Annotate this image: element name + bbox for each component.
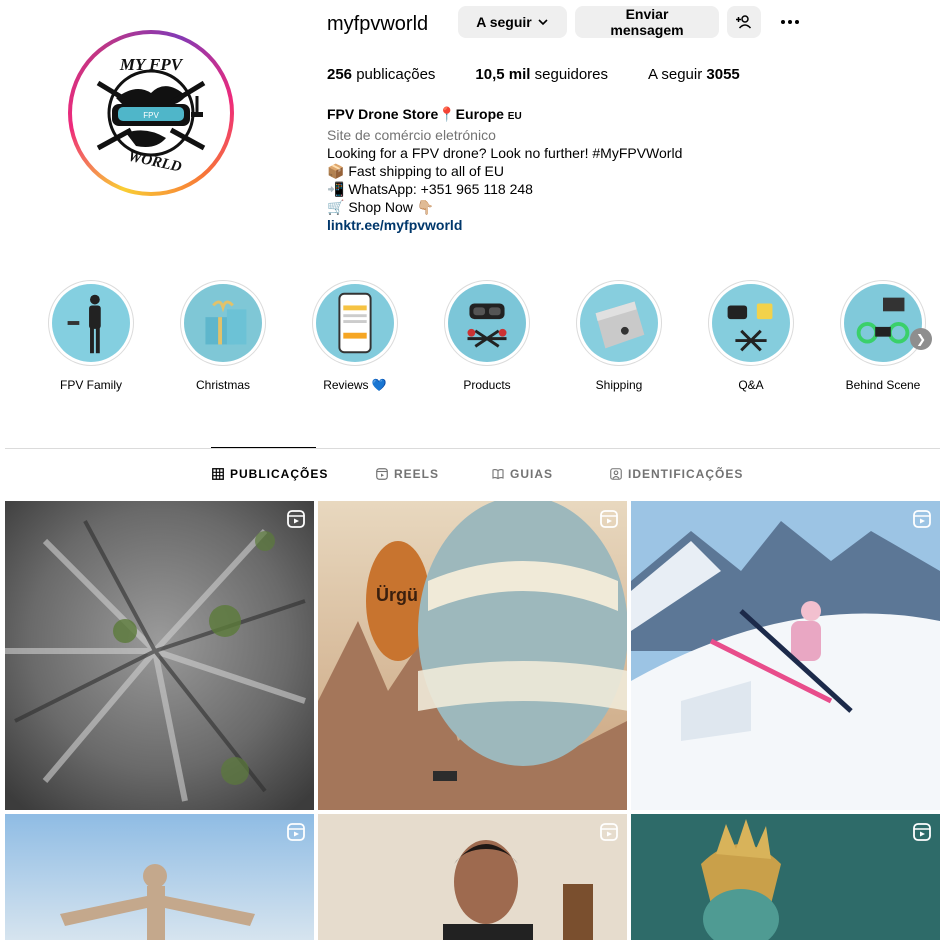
following-button[interactable]: A seguir bbox=[458, 6, 567, 38]
profile-bio: FPV Drone Store📍Europe EU Site de comérc… bbox=[327, 105, 747, 234]
following-stat[interactable]: A seguir 3055 bbox=[648, 66, 740, 83]
bio-link[interactable]: linktr.ee/myfpvworld bbox=[327, 216, 747, 234]
highlight-shipping[interactable]: Shipping bbox=[569, 280, 669, 392]
person-icon bbox=[67, 294, 101, 354]
highlight-reviews[interactable]: Reviews 💙 bbox=[305, 280, 405, 392]
bio-line: 📦 Fast shipping to all of EU bbox=[327, 163, 504, 179]
post-tile-golden-statue[interactable] bbox=[631, 814, 940, 940]
suggested-users-button[interactable] bbox=[727, 6, 761, 38]
reel-icon bbox=[287, 510, 305, 528]
posts-stat: 256 publicações bbox=[327, 66, 436, 83]
goggles-icon bbox=[467, 303, 507, 348]
gift-icon bbox=[205, 300, 247, 345]
post-thumbnail: Ürgü bbox=[318, 501, 627, 810]
phone-icon bbox=[338, 292, 372, 354]
bio-line: Looking for a FPV drone? Look no further… bbox=[327, 145, 683, 161]
svg-text:Ürgü: Ürgü bbox=[376, 585, 418, 605]
post-thumbnail bbox=[318, 814, 627, 940]
profile-stats: 256 publicações 10,5 mil seguidores A se… bbox=[327, 66, 780, 83]
post-tile-christ-statue[interactable] bbox=[5, 814, 314, 940]
profile-display-name: FPV Drone Store📍Europe EU bbox=[327, 106, 522, 122]
post-tile-hot-air-balloons[interactable]: Ürgü bbox=[318, 501, 627, 810]
reel-icon bbox=[600, 823, 618, 841]
highlight-fpv-family[interactable]: FPV Family bbox=[41, 280, 141, 392]
post-thumbnail bbox=[5, 814, 314, 940]
tag-person-icon bbox=[610, 468, 622, 480]
tab-guides[interactable]: GUIAS bbox=[492, 467, 553, 481]
highlight-products[interactable]: Products bbox=[437, 280, 537, 392]
send-message-button[interactable]: Enviar mensagem bbox=[575, 6, 719, 38]
post-thumbnail bbox=[5, 501, 314, 810]
tab-tagged[interactable]: IDENTIFICAÇÕES bbox=[610, 467, 743, 481]
reel-icon bbox=[913, 510, 931, 528]
grid-icon bbox=[212, 468, 224, 480]
post-tile-rocky-mountain[interactable] bbox=[5, 501, 314, 810]
post-tile-skier[interactable] bbox=[631, 501, 940, 810]
highlight-christmas[interactable]: Christmas bbox=[173, 280, 273, 392]
logo-icon: FPV MY FPV WORLD bbox=[96, 55, 206, 176]
controller-icon bbox=[727, 303, 773, 352]
bio-line: 🛒 Shop Now 👇🏼 bbox=[327, 199, 435, 215]
tab-reels[interactable]: REELS bbox=[376, 467, 439, 481]
svg-text:FPV: FPV bbox=[143, 111, 159, 120]
following-button-label: A seguir bbox=[476, 14, 532, 30]
post-thumbnail bbox=[631, 814, 940, 940]
reel-icon bbox=[913, 823, 931, 841]
tab-posts[interactable]: PUBLICAÇÕES bbox=[212, 467, 328, 481]
followers-stat[interactable]: 10,5 mil seguidores bbox=[475, 66, 608, 83]
bio-line: 📲 WhatsApp: +351 965 118 248 bbox=[327, 181, 533, 197]
drone-icon bbox=[856, 297, 910, 344]
chevron-down-icon bbox=[538, 19, 548, 26]
svg-text:MY FPV: MY FPV bbox=[119, 55, 184, 74]
active-tab-indicator bbox=[211, 447, 316, 448]
more-options-icon[interactable] bbox=[776, 10, 804, 34]
story-highlights: FPV Family Christmas Reviews 💙 Products … bbox=[0, 280, 945, 400]
highlight-qa[interactable]: Q&A bbox=[701, 280, 801, 392]
reel-icon bbox=[287, 823, 305, 841]
guide-icon bbox=[492, 469, 504, 480]
highlights-next-icon[interactable]: ❯ bbox=[910, 328, 932, 350]
reel-icon bbox=[600, 510, 618, 528]
profile-avatar[interactable]: FPV MY FPV WORLD bbox=[68, 30, 234, 196]
send-message-label: Enviar mensagem bbox=[610, 6, 684, 38]
profile-username: myfpvworld bbox=[327, 13, 429, 35]
package-icon bbox=[595, 301, 645, 349]
add-person-icon bbox=[736, 15, 752, 29]
post-tile-portrait[interactable] bbox=[318, 814, 627, 940]
profile-category: Site de comércio eletrónico bbox=[327, 127, 496, 143]
tabs-divider bbox=[5, 448, 940, 449]
post-thumbnail bbox=[631, 501, 940, 810]
reels-icon bbox=[376, 468, 388, 480]
